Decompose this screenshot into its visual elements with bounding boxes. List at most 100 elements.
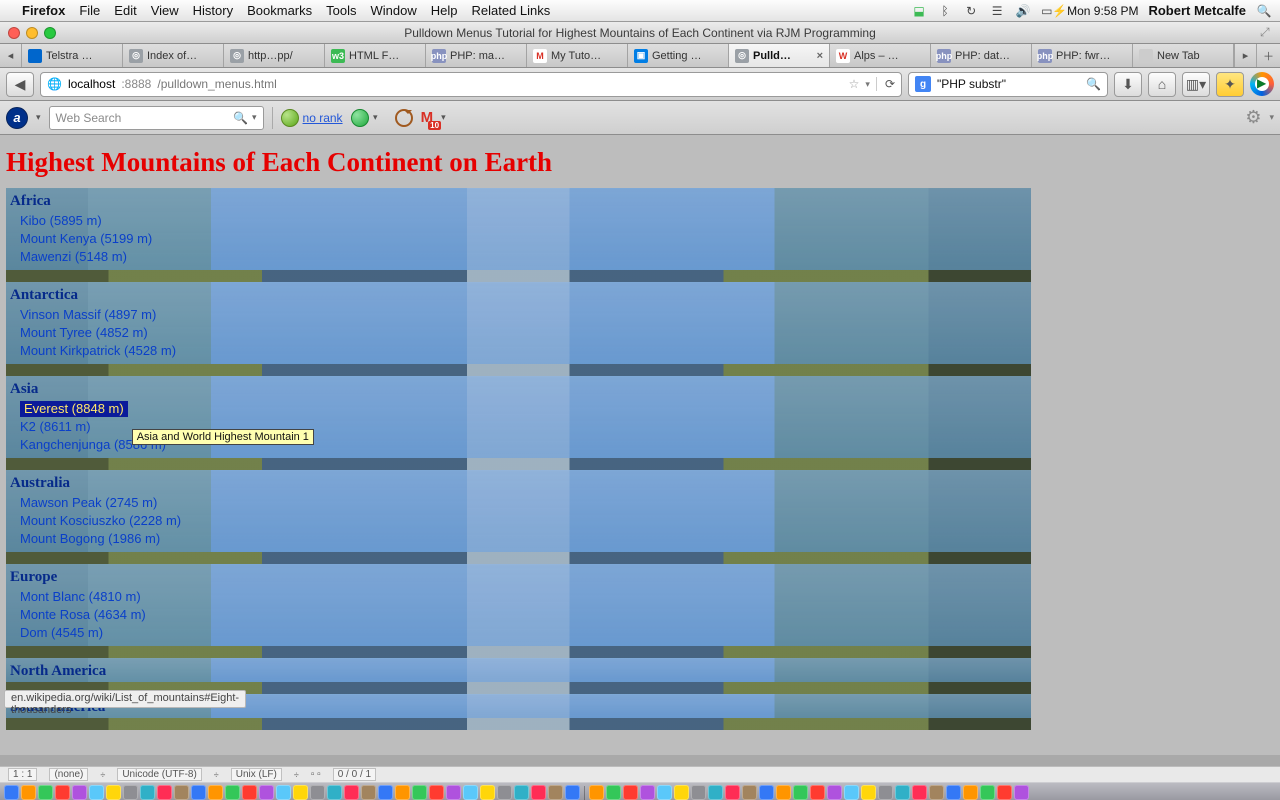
alexa-search-dropdown[interactable]: ▾ — [252, 112, 257, 123]
tab-5[interactable]: MMy Tuto… — [527, 44, 628, 67]
dock-app-icon[interactable] — [759, 785, 774, 800]
dock-app-icon[interactable] — [1014, 785, 1029, 800]
window-close-button[interactable] — [8, 27, 20, 39]
mountain-link[interactable]: Mount Kosciuszko (2228 m) — [20, 513, 181, 528]
dock-app-icon[interactable] — [878, 785, 893, 800]
dock-app-icon[interactable] — [191, 785, 206, 800]
dock-app-icon[interactable] — [344, 785, 359, 800]
downloads-button[interactable]: ⬇ — [1114, 72, 1142, 97]
bluetooth-icon[interactable]: ᛒ — [937, 4, 953, 18]
tab-2[interactable]: ◎http…pp/ — [224, 44, 325, 67]
dock-app-icon[interactable] — [725, 785, 740, 800]
dock-app-icon[interactable] — [708, 785, 723, 800]
dock-app-icon[interactable] — [623, 785, 638, 800]
dock-app-icon[interactable] — [827, 785, 842, 800]
dock-app-icon[interactable] — [38, 785, 53, 800]
site-identity-icon[interactable]: 🌐 — [47, 77, 62, 91]
tab-3[interactable]: w3HTML F… — [325, 44, 426, 67]
toolbar-settings-dropdown[interactable]: ▾ — [1269, 112, 1274, 123]
battery-icon[interactable]: ▭⚡ — [1041, 4, 1057, 18]
dock-app-icon[interactable] — [123, 785, 138, 800]
dock-app-icon[interactable] — [946, 785, 961, 800]
dock-app-icon[interactable] — [378, 785, 393, 800]
tab-6[interactable]: ▣Getting … — [628, 44, 729, 67]
tab-1[interactable]: ◎Index of… — [123, 44, 224, 67]
dock-app-icon[interactable] — [225, 785, 240, 800]
dock-app-icon[interactable] — [810, 785, 825, 800]
continent-header[interactable]: Europe — [6, 565, 1031, 588]
mountain-link[interactable]: Everest (8848 m) — [20, 401, 128, 417]
dock-app-icon[interactable] — [514, 785, 529, 800]
mountain-link[interactable]: Kibo (5895 m) — [20, 213, 102, 228]
app-menu[interactable]: Firefox — [22, 3, 65, 18]
mountain-link[interactable]: Mount Kirkpatrick (4528 m) — [20, 343, 176, 358]
menu-help[interactable]: Help — [431, 3, 458, 18]
dock-app-icon[interactable] — [776, 785, 791, 800]
search-engine-icon[interactable]: g — [915, 76, 931, 92]
volume-icon[interactable]: 🔊 — [1015, 4, 1031, 18]
alexa-search-icon[interactable]: 🔍 — [233, 111, 248, 125]
back-button[interactable]: ◀ — [6, 72, 34, 97]
mountain-link[interactable]: Mount Tyree (4852 m) — [20, 325, 148, 340]
search-bar[interactable]: g "PHP substr" 🔍 — [908, 72, 1108, 97]
mountain-link[interactable]: Mawson Peak (2745 m) — [20, 495, 157, 510]
continent-header[interactable]: Asia — [6, 377, 1031, 400]
bookmarks-menu-button[interactable]: ▥▾ — [1182, 72, 1210, 97]
dock-app-icon[interactable] — [674, 785, 689, 800]
clock[interactable]: Mon 9:58 PM — [1067, 4, 1138, 18]
dropbox-icon[interactable]: ⬓ — [911, 4, 927, 18]
dock-app-icon[interactable] — [480, 785, 495, 800]
reload-button[interactable]: ⟳ — [876, 77, 895, 91]
bookmark-star-icon[interactable]: ☆ — [849, 77, 860, 91]
dock-app-icon[interactable] — [895, 785, 910, 800]
home-button[interactable]: ⌂ — [1148, 72, 1176, 97]
tab-0[interactable]: Telstra … — [22, 44, 123, 67]
window-zoom-button[interactable] — [44, 27, 56, 39]
dock-app-icon[interactable] — [742, 785, 757, 800]
dock-app-icon[interactable] — [565, 785, 580, 800]
dock-app-icon[interactable] — [963, 785, 978, 800]
tab-10[interactable]: phpPHP: fwr… — [1032, 44, 1133, 67]
dock-app-icon[interactable] — [606, 785, 621, 800]
gmail-icon[interactable]: M10 — [421, 109, 434, 126]
dock-app-icon[interactable] — [657, 785, 672, 800]
dock-app-icon[interactable] — [844, 785, 859, 800]
search-submit-icon[interactable]: 🔍 — [1086, 77, 1101, 91]
mountain-link[interactable]: Mount Kenya (5199 m) — [20, 231, 152, 246]
continent-header[interactable]: Antarctica — [6, 283, 1031, 306]
dock-app-icon[interactable] — [4, 785, 19, 800]
continent-header[interactable]: North America — [6, 659, 1031, 682]
dock-app-icon[interactable] — [640, 785, 655, 800]
dock-app-icon[interactable] — [361, 785, 376, 800]
dock-app-icon[interactable] — [429, 785, 444, 800]
editor-eol[interactable]: Unix (LF) — [231, 768, 282, 781]
mountain-link[interactable]: Dom (4545 m) — [20, 625, 103, 640]
alexa-rank[interactable]: no rank — [281, 109, 343, 127]
mountain-link[interactable]: Vinson Massif (4897 m) — [20, 307, 156, 322]
related-links-icon[interactable] — [351, 109, 369, 127]
new-tab-button[interactable]: ＋ — [1256, 44, 1280, 67]
menu-history[interactable]: History — [193, 3, 233, 18]
menu-bookmarks[interactable]: Bookmarks — [247, 3, 312, 18]
continent-header[interactable]: Africa — [6, 189, 1031, 212]
wifi-icon[interactable]: ☰ — [989, 4, 1005, 18]
dock-app-icon[interactable] — [980, 785, 995, 800]
dock-app-icon[interactable] — [548, 785, 563, 800]
dock-app-icon[interactable] — [259, 785, 274, 800]
gmail-dropdown[interactable]: ▾ — [441, 112, 446, 123]
dock-app-icon[interactable] — [691, 785, 706, 800]
dock-app-icon[interactable] — [997, 785, 1012, 800]
dock-app-icon[interactable] — [293, 785, 308, 800]
dock-app-icon[interactable] — [446, 785, 461, 800]
alexa-search-input[interactable]: Web Search 🔍 ▾ — [49, 106, 264, 130]
alexa-logo-icon[interactable]: a — [6, 107, 28, 129]
firefox-home-button[interactable]: ▶ — [1250, 72, 1274, 96]
timemachine-icon[interactable]: ↻ — [963, 4, 979, 18]
continent-header[interactable]: Australia — [6, 471, 1031, 494]
dock-app-icon[interactable] — [589, 785, 604, 800]
dock-app-icon[interactable] — [174, 785, 189, 800]
dock-app-icon[interactable] — [140, 785, 155, 800]
tab-9[interactable]: phpPHP: dat… — [931, 44, 1032, 67]
dock-app-icon[interactable] — [412, 785, 427, 800]
dock-app-icon[interactable] — [208, 785, 223, 800]
